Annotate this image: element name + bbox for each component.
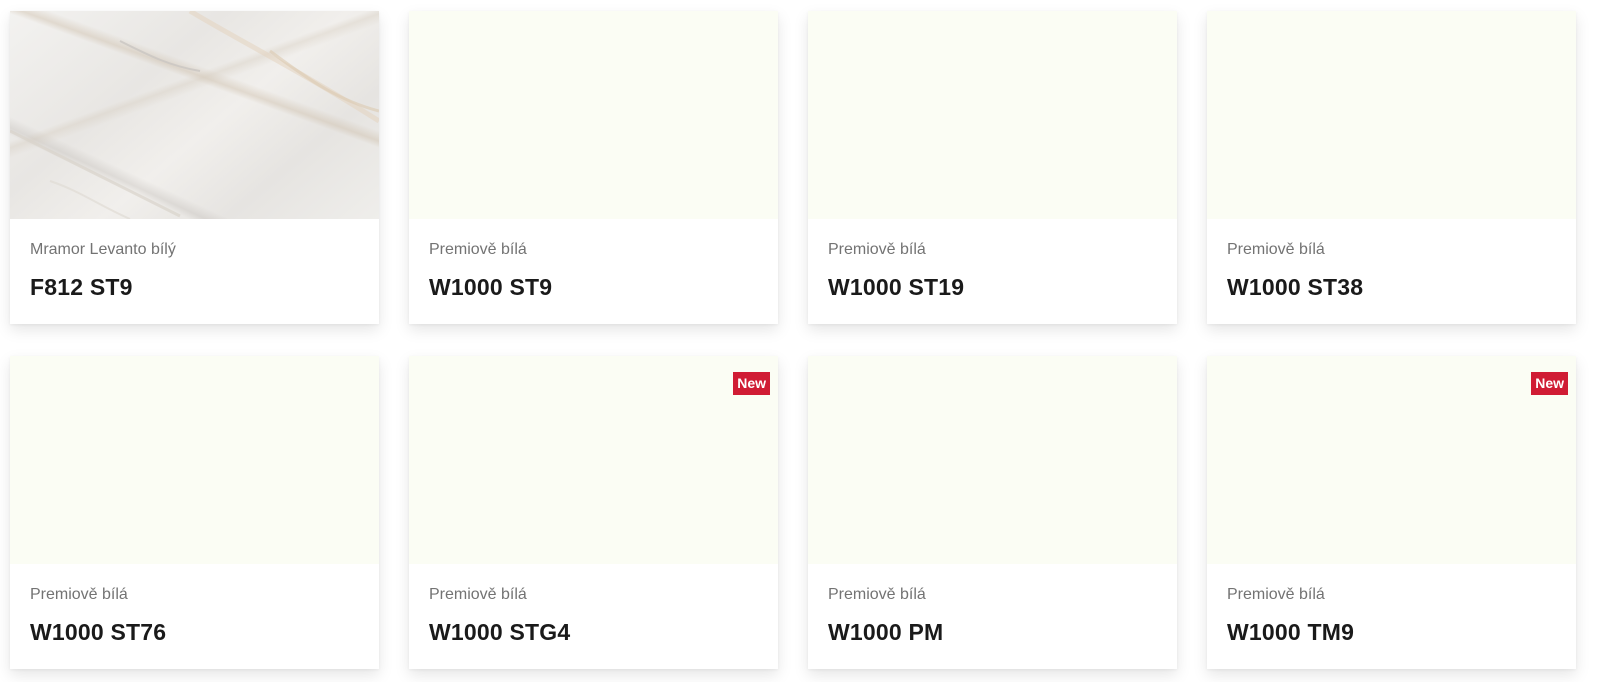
product-swatch-image[interactable] [808, 11, 1177, 219]
product-card-w1000-pm[interactable]: Premiově bílá W1000 PM [808, 356, 1177, 669]
product-code[interactable]: W1000 ST9 [429, 274, 759, 300]
product-info: Premiově bílá W1000 ST76 [10, 564, 379, 669]
product-decor-name: Premiově bílá [1227, 586, 1325, 603]
product-decor-name: Premiově bílá [429, 586, 527, 603]
product-swatch-image[interactable]: New [1207, 356, 1576, 564]
product-info: Premiově bílá W1000 PM [808, 564, 1177, 669]
new-badge: New [1531, 372, 1568, 395]
new-badge: New [733, 372, 770, 395]
product-decor-name: Premiově bílá [828, 586, 926, 603]
product-grid: Mramor Levanto bílý F812 ST9 Premiově bí… [0, 0, 1617, 682]
product-swatch-image[interactable] [808, 356, 1177, 564]
product-code[interactable]: W1000 PM [828, 619, 1158, 645]
product-swatch-image[interactable] [1207, 11, 1576, 219]
product-info: Premiově bílá W1000 TM9 [1207, 564, 1576, 669]
product-info: Premiově bílá W1000 STG4 [409, 564, 778, 669]
product-code[interactable]: W1000 ST38 [1227, 274, 1557, 300]
product-card-w1000-st38[interactable]: Premiově bílá W1000 ST38 [1207, 11, 1576, 324]
product-code[interactable]: W1000 ST19 [828, 274, 1158, 300]
product-card-w1000-tm9[interactable]: New Premiově bílá W1000 TM9 [1207, 356, 1576, 669]
product-card-f812-st9[interactable]: Mramor Levanto bílý F812 ST9 [10, 11, 379, 324]
product-info: Premiově bílá W1000 ST19 [808, 219, 1177, 324]
product-code[interactable]: W1000 STG4 [429, 619, 759, 645]
product-swatch-image[interactable] [10, 356, 379, 564]
product-card-w1000-st76[interactable]: Premiově bílá W1000 ST76 [10, 356, 379, 669]
product-card-w1000-st9[interactable]: Premiově bílá W1000 ST9 [409, 11, 778, 324]
product-swatch-image[interactable] [409, 11, 778, 219]
product-code[interactable]: W1000 ST76 [30, 619, 360, 645]
product-card-w1000-st19[interactable]: Premiově bílá W1000 ST19 [808, 11, 1177, 324]
product-decor-name: Premiově bílá [429, 241, 527, 258]
product-info: Mramor Levanto bílý F812 ST9 [10, 219, 379, 324]
product-card-w1000-stg4[interactable]: New Premiově bílá W1000 STG4 [409, 356, 778, 669]
product-decor-name: Premiově bílá [30, 586, 128, 603]
marble-texture [10, 11, 379, 219]
product-info: Premiově bílá W1000 ST9 [409, 219, 778, 324]
product-decor-name: Premiově bílá [828, 241, 926, 258]
product-info: Premiově bílá W1000 ST38 [1207, 219, 1576, 324]
product-code[interactable]: W1000 TM9 [1227, 619, 1557, 645]
product-swatch-image[interactable] [10, 11, 379, 219]
product-code[interactable]: F812 ST9 [30, 274, 360, 300]
product-decor-name: Premiově bílá [1227, 241, 1325, 258]
product-swatch-image[interactable]: New [409, 356, 778, 564]
product-decor-name: Mramor Levanto bílý [30, 241, 176, 258]
